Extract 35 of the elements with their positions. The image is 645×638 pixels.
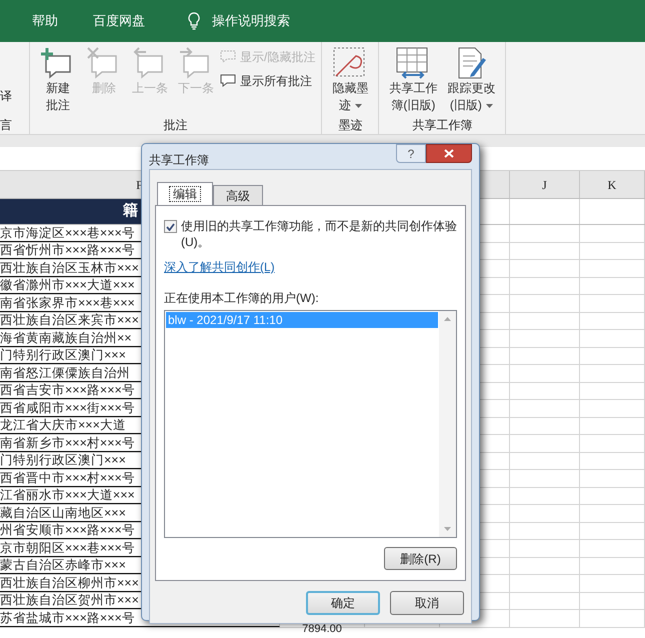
tab[interactable]: 编辑 bbox=[157, 182, 213, 205]
tab[interactable]: 高级 bbox=[213, 185, 263, 205]
menu-item[interactable]: 帮助 bbox=[32, 11, 58, 31]
scrollbar[interactable] bbox=[439, 311, 456, 537]
dialog-button[interactable]: 确定 bbox=[306, 591, 380, 615]
dialog-title: 共享工作簿 bbox=[149, 152, 209, 169]
checkbox[interactable] bbox=[164, 220, 177, 233]
ribbon-button[interactable]: 隐藏墨 迹 bbox=[328, 46, 372, 119]
close-button[interactable] bbox=[426, 144, 472, 163]
ribbon-small-button[interactable]: 显示所有批注 bbox=[220, 72, 316, 90]
caret-icon bbox=[486, 104, 493, 108]
table-cell: 7894.00 bbox=[302, 624, 342, 634]
caret-icon bbox=[354, 104, 362, 108]
help-button[interactable]: ? bbox=[396, 144, 426, 163]
column-header[interactable]: J bbox=[510, 171, 580, 198]
dialog-button[interactable]: 取消 bbox=[390, 591, 464, 615]
group-label: 共享工作簿 bbox=[411, 119, 474, 134]
menu-item[interactable]: 百度网盘 bbox=[93, 11, 145, 31]
scroll-down-icon bbox=[444, 527, 451, 531]
ribbon-button[interactable]: 共享工作 簿(旧版) bbox=[385, 46, 442, 119]
scroll-up-icon bbox=[444, 317, 451, 321]
translate-button[interactable]: 译 bbox=[0, 90, 12, 102]
group-label: 批注 bbox=[162, 119, 189, 134]
comment-icon bbox=[220, 50, 236, 64]
group-label: 墨迹 bbox=[337, 119, 364, 134]
ribbon-button[interactable]: 新建 批注 bbox=[36, 46, 80, 119]
group-label: 言 bbox=[0, 119, 12, 131]
comment-icon bbox=[220, 74, 236, 88]
close-icon bbox=[444, 149, 454, 158]
lightbulb-icon bbox=[188, 12, 200, 30]
learn-more-link[interactable]: 深入了解共同创作(L) bbox=[164, 258, 275, 276]
remove-button[interactable]: 删除(R) bbox=[384, 547, 457, 570]
column-header[interactable]: K bbox=[580, 171, 645, 198]
ribbon-button[interactable]: 跟踪更改 (旧版) bbox=[443, 46, 500, 119]
tell-me-search[interactable]: 操作说明搜索 bbox=[212, 11, 290, 31]
